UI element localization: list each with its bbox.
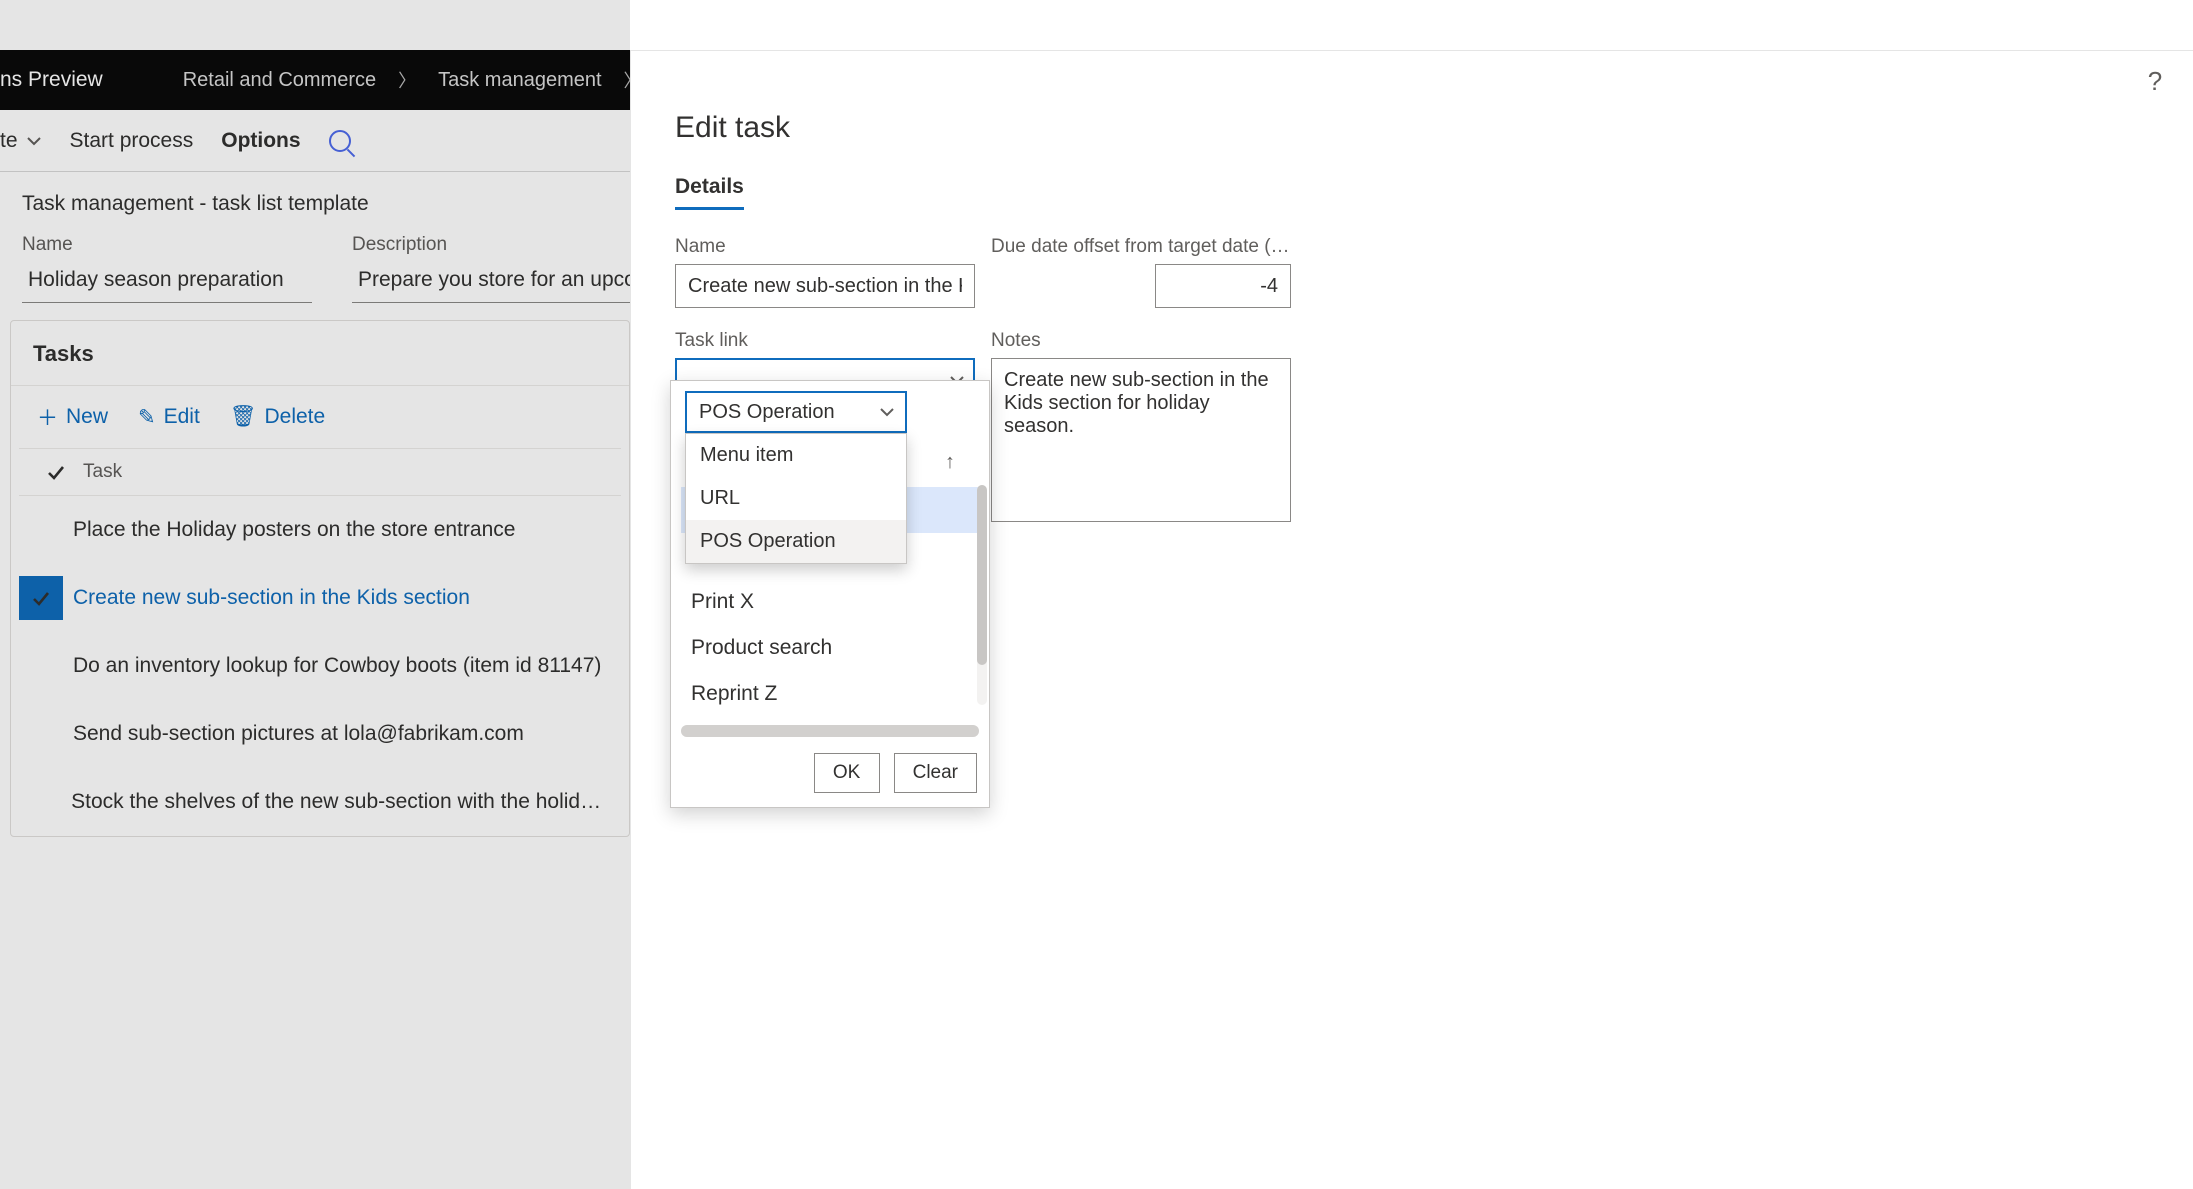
table-row[interactable]: Create new sub-section in the Kids secti… [11, 564, 629, 632]
field-notes: Notes [991, 330, 1291, 527]
lookup-option[interactable]: Product search [681, 625, 979, 671]
chevron-right-icon: 〉 [398, 67, 416, 93]
options-button[interactable]: Options [221, 129, 300, 153]
table-row[interactable]: Stock the shelves of the new sub-section… [11, 768, 629, 836]
row-select-icon[interactable] [19, 712, 63, 756]
dropdown-item[interactable]: Menu item [686, 434, 906, 477]
task-text: Do an inventory lookup for Cowboy boots … [69, 654, 601, 678]
delete-button[interactable]: 🗑 Delete [230, 405, 325, 429]
actionbar-item-label: te [0, 129, 18, 153]
tasks-toolbar: ＋ New ✎ Edit 🗑 Delete [11, 386, 629, 448]
lookup-option[interactable]: Print X [681, 579, 979, 625]
notes-textarea[interactable] [991, 358, 1291, 522]
chevron-down-icon [879, 404, 895, 420]
task-text: Send sub-section pictures at lola@fabrik… [69, 722, 524, 746]
lookup-actions: OK Clear [671, 743, 989, 807]
field-label: Task link [675, 330, 975, 352]
field-label: Due date offset from target date (+/- … [991, 236, 1291, 258]
help-button[interactable]: ? [2139, 65, 2171, 97]
button-label: Edit [164, 405, 200, 429]
field-label: Notes [991, 330, 1291, 352]
column-label: Task [83, 461, 122, 483]
page-title: Task management - task list template [22, 192, 608, 216]
due-offset-input[interactable] [1155, 264, 1291, 308]
dropdown-item[interactable]: URL [686, 477, 906, 520]
checkmark-icon [45, 461, 67, 483]
description-input[interactable]: Prepare you store for an upcom… [352, 262, 676, 303]
actionbar-item[interactable]: te [0, 129, 42, 153]
field-label: Name [675, 236, 975, 258]
table-row[interactable]: Place the Holiday posters on the store e… [11, 496, 629, 564]
breadcrumb-item[interactable]: Task management [438, 69, 601, 92]
clear-button[interactable]: Clear [894, 753, 977, 793]
button-label: Delete [264, 405, 325, 429]
tasks-column-header[interactable]: Task [19, 448, 621, 496]
ok-button[interactable]: OK [814, 753, 880, 793]
row-select-icon[interactable] [19, 780, 61, 824]
name-input[interactable] [675, 264, 975, 308]
panel-tabs: Details [675, 175, 2149, 210]
lookup-option[interactable]: Reprint Z [681, 671, 979, 717]
field-label: Name [22, 234, 312, 256]
trash-icon: 🗑 [230, 405, 257, 429]
search-button[interactable] [329, 130, 351, 152]
table-row[interactable]: Send sub-section pictures at lola@fabrik… [11, 700, 629, 768]
actionbar-item-label: Start process [70, 129, 194, 153]
sort-asc-icon[interactable]: ↑ [945, 451, 955, 474]
action-bar: te Start process Options [0, 110, 630, 172]
tasks-title: Tasks [11, 321, 629, 386]
lookup-type-select[interactable]: POS Operation [685, 391, 907, 433]
task-text: Place the Holiday posters on the store e… [69, 518, 515, 542]
lookup-type-dropdown: Menu itemURLPOS Operation [685, 433, 907, 564]
row-select-icon[interactable] [19, 576, 63, 620]
brand-partial: ns Preview [0, 68, 103, 92]
scrollbar-thumb[interactable] [681, 725, 979, 737]
task-text: Create new sub-section in the Kids secti… [69, 586, 470, 610]
horizontal-scrollbar[interactable] [681, 725, 979, 737]
tab-details[interactable]: Details [675, 175, 744, 210]
field-label: Description [352, 234, 676, 256]
chevron-down-icon [26, 133, 42, 149]
select-value: POS Operation [699, 401, 835, 424]
vertical-scrollbar[interactable] [977, 485, 987, 705]
start-process-button[interactable]: Start process [70, 129, 194, 153]
task-text: Stock the shelves of the new sub-section… [67, 790, 603, 814]
pencil-icon: ✎ [138, 405, 156, 430]
edit-button[interactable]: ✎ Edit [138, 405, 200, 430]
breadcrumb-item[interactable]: Retail and Commerce [183, 69, 376, 92]
field-name: Name Holiday season preparation [22, 234, 312, 303]
dropdown-item[interactable]: POS Operation [686, 520, 906, 563]
new-button[interactable]: ＋ New [37, 402, 108, 432]
field-name: Name [675, 236, 975, 308]
scrollbar-thumb[interactable] [977, 485, 987, 665]
button-label: New [66, 405, 108, 429]
search-icon [329, 130, 351, 152]
row-select-icon[interactable] [19, 508, 63, 552]
row-select-icon[interactable] [19, 644, 63, 688]
actionbar-item-label: Options [221, 129, 300, 153]
field-description: Description Prepare you store for an upc… [352, 234, 676, 303]
page-header: Task management - task list template Nam… [0, 172, 630, 313]
tasks-card: Tasks ＋ New ✎ Edit 🗑 Delete Task Place t… [10, 320, 630, 837]
plus-icon: ＋ [37, 402, 58, 432]
name-input[interactable]: Holiday season preparation [22, 262, 312, 303]
panel-title: Edit task [675, 111, 2149, 145]
field-due-offset: Due date offset from target date (+/- … [991, 236, 1291, 308]
table-row[interactable]: Do an inventory lookup for Cowboy boots … [11, 632, 629, 700]
task-link-lookup: POS Operation Menu itemURLPOS Operation … [670, 380, 990, 808]
